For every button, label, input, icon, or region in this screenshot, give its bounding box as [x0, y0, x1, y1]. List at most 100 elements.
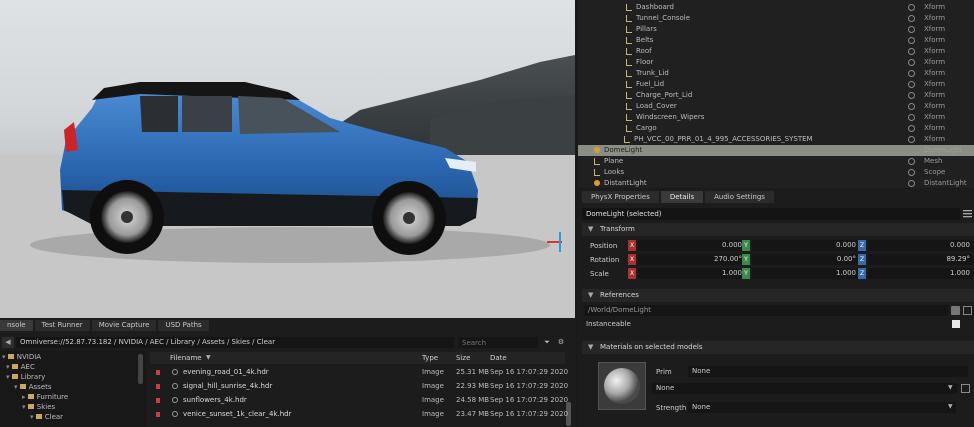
selected-prim-field[interactable]: DomeLight (selected)	[582, 208, 960, 220]
column-size[interactable]: Size	[456, 352, 470, 364]
stage-item-type: Xform	[924, 135, 946, 143]
visibility-eye-icon[interactable]	[908, 70, 915, 77]
path-bar[interactable]: Omniverse://52.87.73.182 / NVIDIA / AEC …	[16, 337, 454, 348]
visibility-eye-icon[interactable]	[908, 59, 915, 66]
visibility-eye-icon[interactable]	[908, 147, 915, 154]
tab-audio-settings[interactable]: Audio Settings	[705, 191, 774, 203]
tree-item[interactable]: ▾ Assets	[14, 382, 52, 392]
transform-y-field[interactable]: 0.000	[752, 240, 860, 251]
stage-row[interactable]: Windscreen_Wipers Xform	[578, 112, 974, 123]
stage-row[interactable]: Trunk_Lid Xform	[578, 68, 974, 79]
tree-item[interactable]: ▾ Skies	[22, 402, 55, 412]
stage-row[interactable]: Belts Xform	[578, 35, 974, 46]
tree-item[interactable]: ▾ NVIDIA	[2, 352, 41, 362]
stage-item-type: Xform	[924, 80, 946, 88]
tab-usd-paths[interactable]: USD Paths	[158, 320, 209, 331]
tab-console[interactable]: nsole	[0, 320, 33, 331]
file-row[interactable]: sunflowers_4k.hdr Image 24.58 MB Sep 16 17:…	[150, 394, 568, 406]
materials-title: Materials on selected models	[600, 343, 703, 351]
prim-field[interactable]: None	[688, 366, 968, 377]
stage-row[interactable]: Pillars Xform	[578, 24, 974, 35]
settings-gear-icon[interactable]: ⚙	[556, 337, 566, 348]
stage-row[interactable]: Load_Cover Xform	[578, 101, 974, 112]
transform-z-field[interactable]: 1.000	[868, 268, 974, 279]
column-type[interactable]: Type	[422, 352, 438, 364]
stage-row[interactable]: DomeLight DomeLight	[578, 145, 974, 156]
transform-y-field[interactable]: 1.000	[752, 268, 860, 279]
delete-icon[interactable]	[156, 370, 160, 375]
file-row[interactable]: venice_sunset_1k_clear_4k.hdr Image 23.47 …	[150, 408, 568, 420]
transform-x-field[interactable]: 270.00°	[638, 254, 746, 265]
hamburger-menu-icon[interactable]	[963, 209, 972, 218]
delete-icon[interactable]	[156, 384, 160, 389]
transform-z-field[interactable]: 0.000	[868, 240, 974, 251]
references-section-header[interactable]: ▼ References	[582, 289, 974, 302]
delete-icon[interactable]	[156, 412, 160, 417]
visibility-eye-icon[interactable]	[908, 48, 915, 55]
tree-scrollbar[interactable]	[138, 354, 143, 384]
visibility-eye-icon[interactable]	[908, 158, 915, 165]
visibility-eye-icon[interactable]	[908, 125, 915, 132]
stage-row[interactable]: Fuel_Lid Xform	[578, 79, 974, 90]
tab-test-runner[interactable]: Test Runner	[34, 320, 90, 331]
visibility-eye-icon[interactable]	[908, 15, 915, 22]
stage-row[interactable]: Cargo Xform	[578, 123, 974, 134]
visibility-eye-icon[interactable]	[908, 26, 915, 33]
file-row[interactable]: signal_hill_sunrise_4k.hdr Image 22.93 MB S…	[150, 380, 568, 392]
visibility-eye-icon[interactable]	[908, 169, 915, 176]
visibility-eye-icon[interactable]	[908, 37, 915, 44]
tree-item[interactable]: ▾ Clear	[30, 412, 63, 422]
prim-icon	[626, 92, 632, 99]
column-filename[interactable]: Filename	[170, 352, 202, 364]
filter-icon[interactable]: ⏷	[542, 337, 552, 348]
axis-y-badge: Y	[742, 254, 750, 265]
tab-details[interactable]: Details	[660, 191, 704, 203]
tree-item[interactable]: ▸ Furniture	[22, 392, 68, 402]
stage-item-name: Plane	[604, 157, 624, 165]
link-icon[interactable]	[963, 306, 972, 315]
visibility-eye-icon[interactable]	[908, 81, 915, 88]
file-row[interactable]: evening_road_01_4k.hdr Image 25.31 MB Sep 1…	[150, 366, 568, 378]
visibility-eye-icon[interactable]	[908, 136, 915, 143]
chevron-down-icon[interactable]: ▼	[948, 403, 953, 410]
stage-row[interactable]: DistantLight DistantLight	[578, 178, 974, 189]
column-date[interactable]: Date	[490, 352, 507, 364]
transform-y-field[interactable]: 0.00°	[752, 254, 860, 265]
visibility-eye-icon[interactable]	[908, 4, 915, 11]
tab-physx-properties[interactable]: PhysX Properties	[582, 191, 659, 203]
viewport[interactable]	[0, 0, 575, 318]
edit-icon[interactable]	[961, 384, 970, 393]
transform-section-header[interactable]: ▼ Transform	[582, 223, 974, 236]
visibility-eye-icon[interactable]	[908, 92, 915, 99]
tree-item[interactable]: ▾ Library	[6, 372, 45, 382]
stage-item-type: Xform	[924, 3, 946, 11]
instanceable-checkbox[interactable]	[952, 320, 960, 328]
transform-x-field[interactable]: 1.000	[638, 268, 746, 279]
stage-row[interactable]: Floor Xform	[578, 57, 974, 68]
stage-row[interactable]: Charge_Port_Lid Xform	[578, 90, 974, 101]
search-input[interactable]	[458, 337, 538, 348]
chevron-down-icon[interactable]: ▼	[948, 384, 953, 391]
stage-row[interactable]: Dashboard Xform	[578, 2, 974, 13]
material-dropdown[interactable]: None	[652, 383, 957, 394]
delete-icon[interactable]	[156, 398, 160, 403]
transform-x-field[interactable]: 0.000	[638, 240, 746, 251]
folder-icon[interactable]	[951, 306, 960, 315]
stage-row[interactable]: Looks Scope	[578, 167, 974, 178]
tab-movie-capture[interactable]: Movie Capture	[91, 320, 157, 331]
transform-z-field[interactable]: 89.29°	[868, 254, 974, 265]
file-list-header: Filename ▼ Type Size Date	[150, 352, 565, 364]
tree-item[interactable]: ▾ AEC	[6, 362, 35, 372]
back-arrow-icon[interactable]: ◀	[2, 337, 14, 348]
materials-section-header[interactable]: ▼ Materials on selected models	[582, 341, 974, 354]
visibility-eye-icon[interactable]	[908, 180, 915, 187]
stage-row[interactable]: PH_VCC_00_PRR_01_4_995_ACCESSORIES_SYSTE…	[578, 134, 974, 145]
stage-row[interactable]: Plane Mesh	[578, 156, 974, 167]
reference-path-field[interactable]: /World/DomeLight	[584, 305, 948, 316]
visibility-eye-icon[interactable]	[908, 114, 915, 121]
stage-row[interactable]: Tunnel_Console Xform	[578, 13, 974, 24]
bottom-tabs: nsole Test Runner Movie Capture USD Paths	[0, 320, 211, 331]
stage-row[interactable]: Roof Xform	[578, 46, 974, 57]
visibility-eye-icon[interactable]	[908, 103, 915, 110]
strength-dropdown[interactable]: None	[688, 402, 956, 413]
